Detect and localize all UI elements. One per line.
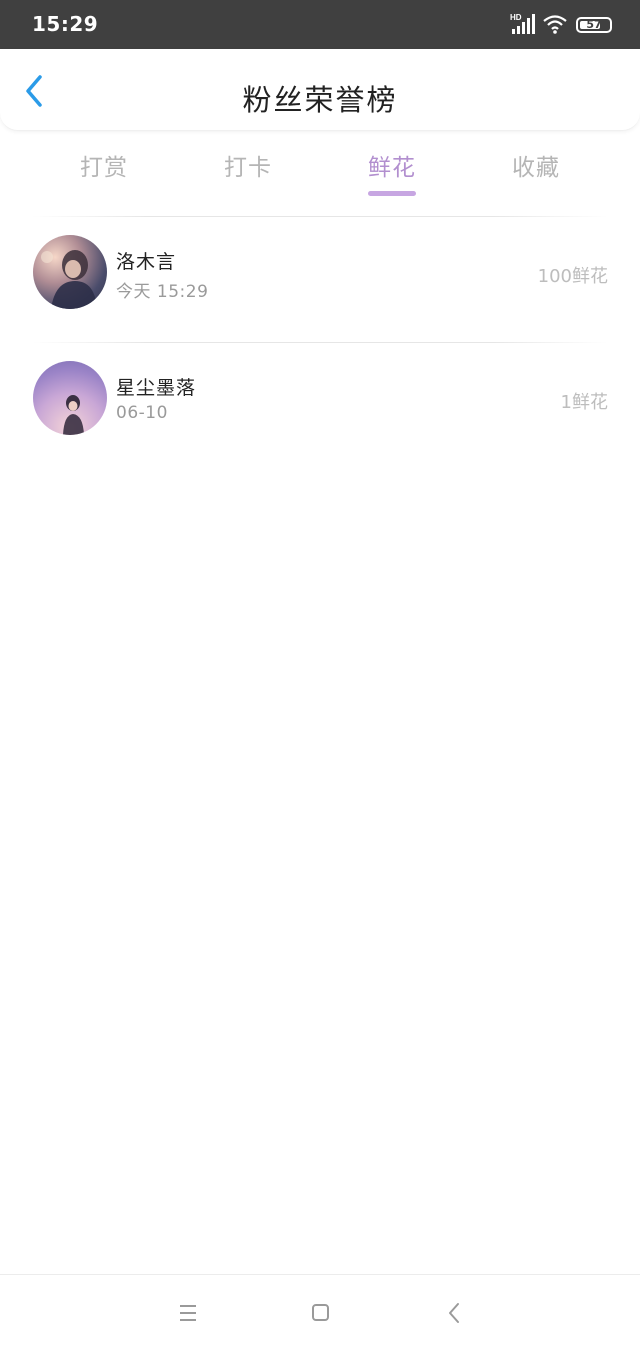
fan-list: 洛木言 今天 15:29 100鲜花 星尘墨落 06-10 1鲜花 <box>0 216 640 468</box>
battery-level: 57 <box>586 18 602 31</box>
signal-icon: HD <box>510 13 535 34</box>
network-type-label: HD <box>510 13 522 22</box>
back-icon[interactable] <box>440 1301 468 1325</box>
tab-indicator <box>368 191 416 196</box>
tab-favorites[interactable]: 收藏 <box>464 148 608 200</box>
tab-label: 打赏 <box>80 155 128 181</box>
user-time: 今天 15:29 <box>116 282 209 302</box>
avatar[interactable] <box>33 361 107 435</box>
list-item[interactable]: 洛木言 今天 15:29 100鲜花 <box>0 217 640 342</box>
avatar-figure <box>41 250 97 309</box>
page-title: 粉丝荣誉榜 <box>242 83 398 117</box>
tab-checkin[interactable]: 打卡 <box>176 148 320 200</box>
list-item[interactable]: 星尘墨落 06-10 1鲜花 <box>0 343 640 468</box>
user-name: 星尘墨落 <box>116 377 197 399</box>
flower-count: 1鲜花 <box>560 392 608 413</box>
tab-label: 鲜花 <box>368 155 416 181</box>
flower-count: 100鲜花 <box>537 266 608 287</box>
tab-reward[interactable]: 打赏 <box>32 148 176 200</box>
status-time: 15:29 <box>32 12 99 36</box>
wifi-icon <box>543 15 567 34</box>
user-time: 06-10 <box>116 403 168 423</box>
screen: 15:29 HD 57 粉丝荣誉榜 打赏 打卡 鲜花 收藏 洛木言 今天 15:… <box>0 0 640 1351</box>
header: 粉丝荣誉榜 <box>0 49 640 131</box>
tab-label: 打卡 <box>224 155 272 181</box>
avatar[interactable] <box>33 235 107 309</box>
status-bar: 15:29 HD 57 <box>0 0 640 49</box>
home-icon[interactable] <box>306 1301 334 1325</box>
user-name: 洛木言 <box>116 251 177 273</box>
nav-bar <box>0 1274 640 1351</box>
tab-bar: 打赏 打卡 鲜花 收藏 <box>32 148 608 200</box>
tab-label: 收藏 <box>512 155 560 181</box>
battery-icon: 57 <box>576 17 612 33</box>
menu-icon[interactable] <box>174 1301 202 1325</box>
tab-flowers[interactable]: 鲜花 <box>320 148 464 200</box>
avatar-figure <box>63 395 84 435</box>
